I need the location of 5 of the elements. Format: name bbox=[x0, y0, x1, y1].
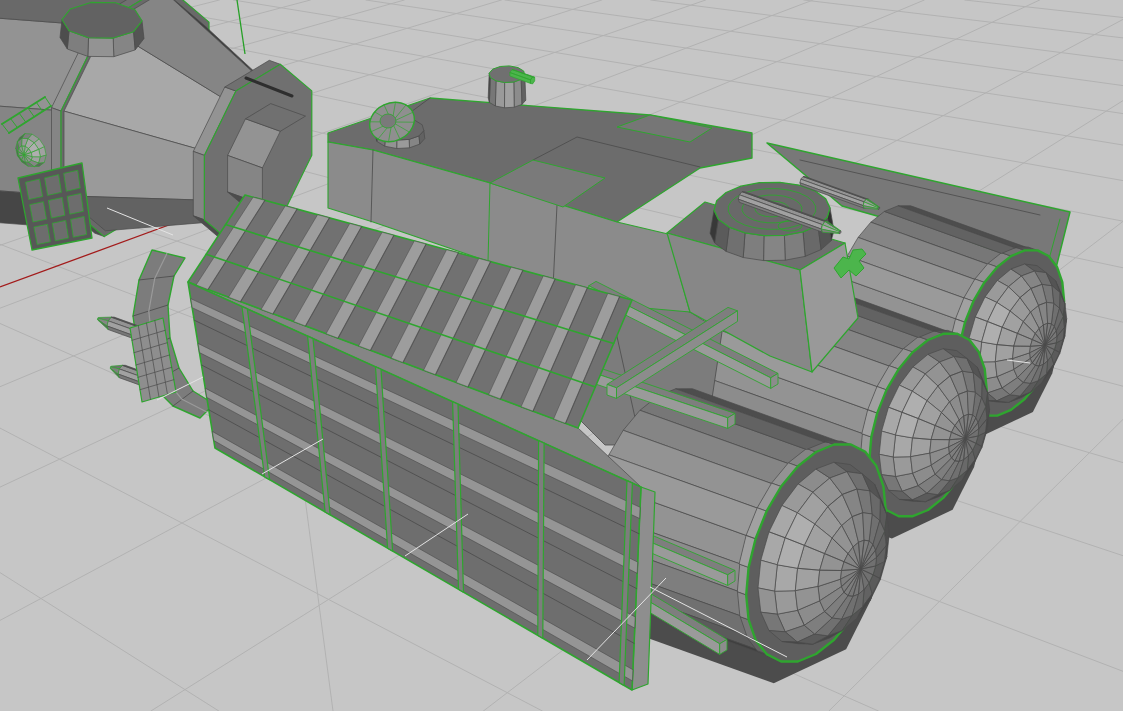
grid-line bbox=[404, 513, 469, 557]
grid-line bbox=[1006, 359, 1031, 364]
grid-line bbox=[106, 207, 174, 236]
grid-line bbox=[261, 438, 324, 475]
grid-line bbox=[156, 376, 204, 401]
